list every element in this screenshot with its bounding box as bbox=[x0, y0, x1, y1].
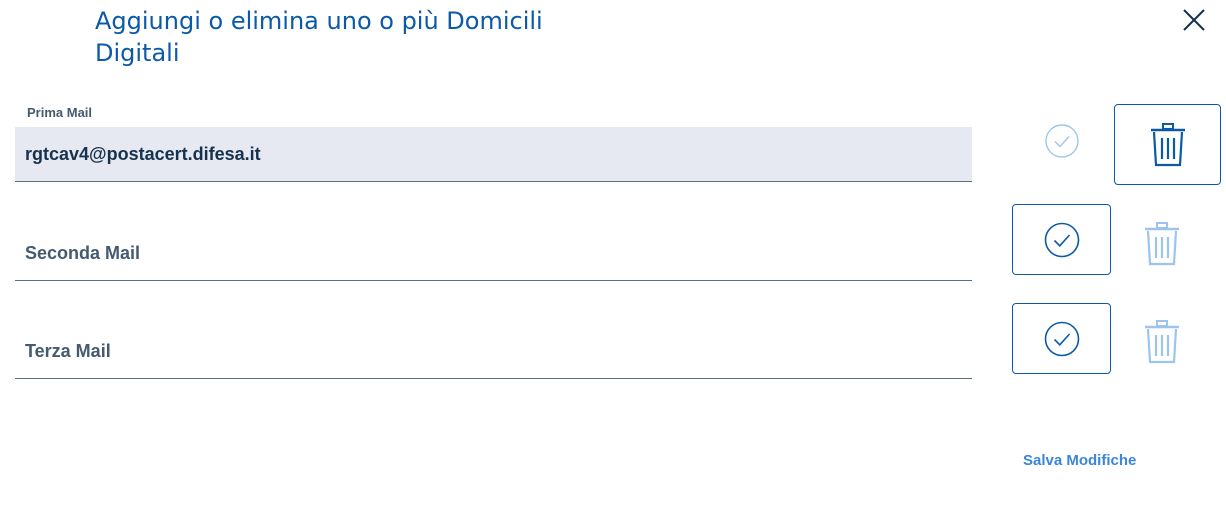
trash-icon bbox=[1150, 122, 1185, 166]
confirm-button-3[interactable] bbox=[1012, 303, 1111, 374]
confirm-button-2[interactable] bbox=[1012, 204, 1111, 275]
close-icon bbox=[1183, 9, 1205, 31]
close-button[interactable] bbox=[1180, 6, 1208, 34]
save-changes-link[interactable]: Salva Modifiche bbox=[1023, 452, 1136, 469]
field-label-prima-mail: Prima Mail bbox=[27, 105, 93, 120]
email-field-2 bbox=[15, 226, 972, 281]
confirm-button-1[interactable] bbox=[1036, 118, 1088, 164]
email-input-3[interactable] bbox=[15, 324, 972, 378]
trash-icon bbox=[1145, 320, 1179, 364]
delete-button-1[interactable] bbox=[1114, 104, 1221, 185]
email-field-1 bbox=[15, 127, 972, 182]
check-circle-icon bbox=[1044, 222, 1079, 257]
delete-button-2[interactable] bbox=[1140, 218, 1184, 270]
email-input-2[interactable] bbox=[15, 226, 972, 280]
email-field-3 bbox=[15, 324, 972, 379]
check-circle-icon bbox=[1044, 321, 1079, 356]
check-circle-icon bbox=[1045, 124, 1079, 158]
delete-button-3[interactable] bbox=[1140, 316, 1184, 368]
modal-title: Aggiungi o elimina uno o più Domicili Di… bbox=[95, 7, 543, 67]
trash-icon bbox=[1145, 222, 1179, 266]
email-input-1[interactable] bbox=[15, 127, 972, 181]
